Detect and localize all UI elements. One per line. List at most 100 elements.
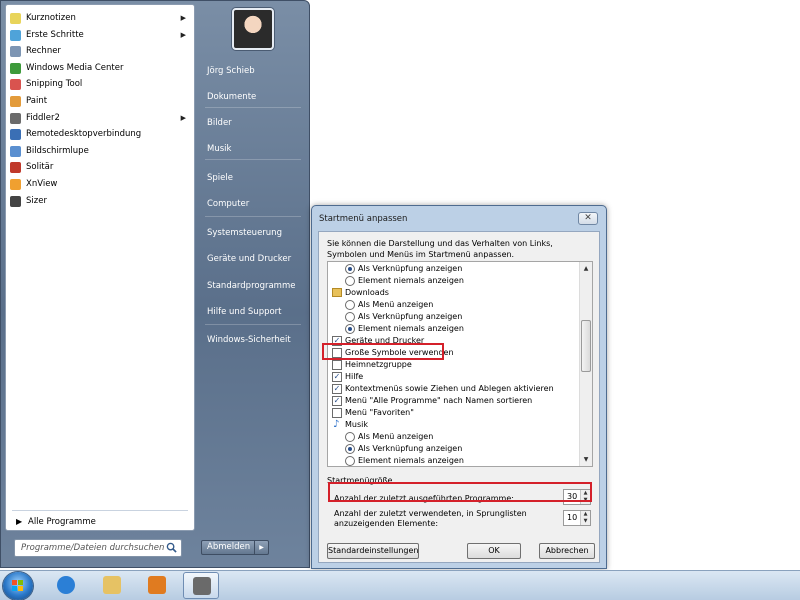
getting-started-icon [10, 29, 21, 41]
program-label: Windows Media Center [26, 62, 124, 73]
place-item[interactable]: Hilfe und Support [199, 301, 305, 323]
option-label: Element niemals anzeigen [358, 276, 464, 285]
program-item[interactable]: Bildschirmlupe [6, 143, 194, 160]
option-label: Downloads [345, 288, 389, 297]
taskbar-button[interactable] [48, 572, 84, 599]
taskbar-button[interactable] [139, 572, 175, 599]
program-label: Snipping Tool [26, 79, 83, 90]
radio-checked-icon [345, 264, 355, 274]
program-item[interactable]: XnView [6, 176, 194, 193]
place-item[interactable]: Geräte und Drucker [199, 248, 305, 270]
customize-start-menu-dialog: Startmenü anpassen ✕ Sie können die Dars… [311, 205, 607, 569]
program-item[interactable]: Solitär [6, 159, 194, 176]
remote-desktop-icon [10, 129, 21, 141]
submenu-arrow-icon: ▶ [180, 113, 186, 122]
checkbox-checked-icon: ✓ [332, 384, 342, 394]
program-label: Sizer [26, 195, 47, 206]
scissors-icon [10, 79, 21, 91]
place-item[interactable]: Musik [199, 138, 305, 160]
program-item[interactable]: Kurznotizen ▶ [6, 10, 194, 27]
user-avatar[interactable] [232, 8, 274, 50]
jump-list-label-line2: anzuzeigenden Elemente: [334, 519, 439, 528]
music-note-icon: ♪ [333, 419, 340, 430]
option-label: Als Menü anzeigen [358, 432, 434, 441]
program-label: XnView [26, 178, 58, 189]
radio-checked-icon [345, 444, 355, 454]
folder-icon [332, 288, 342, 297]
program-item[interactable]: Rechner [6, 43, 194, 60]
option-label: Element niemals anzeigen [358, 456, 464, 465]
options-list[interactable]: Als Verknüpfung anzeigen Element niemals … [327, 261, 593, 467]
cancel-button[interactable]: Abbrechen [539, 543, 595, 559]
triangle-right-icon: ▶ [16, 517, 23, 526]
place-item[interactable]: Windows-Sicherheit [199, 329, 305, 351]
option-label: Als Verknüpfung anzeigen [358, 312, 463, 321]
radio-unchecked-icon [345, 276, 355, 286]
all-programs-button[interactable]: ▶ Alle Programme [12, 514, 190, 530]
radio-unchecked-icon [345, 456, 355, 466]
chevron-right-icon[interactable]: ▶ [254, 541, 268, 554]
program-label: Rechner [26, 46, 61, 57]
search-input[interactable]: Programme/Dateien durchsuchen [14, 539, 182, 557]
radio-unchecked-icon [345, 432, 355, 442]
checkbox-unchecked-icon [332, 360, 342, 370]
scroll-thumb[interactable] [581, 320, 591, 372]
ok-button[interactable]: OK [467, 543, 521, 559]
program-label: Bildschirmlupe [26, 145, 89, 156]
jump-list-label-line1: Anzahl der zuletzt verwendeten, in Sprun… [334, 509, 527, 518]
separator [205, 216, 301, 217]
option-label: Menü "Alle Programme" nach Namen sortier… [345, 396, 533, 405]
place-item[interactable]: Computer [199, 193, 305, 215]
logoff-button[interactable]: Abmelden ▶ [201, 540, 269, 555]
jump-list-spinner[interactable]: 10 ▲ ▼ [563, 510, 591, 526]
program-label: Paint [26, 95, 48, 106]
place-item[interactable]: Standardprogramme [199, 275, 305, 297]
scrollbar[interactable]: ▲ ▼ [579, 262, 592, 466]
program-item[interactable]: Snipping Tool [6, 76, 194, 93]
place-item[interactable]: Bilder [199, 112, 305, 134]
search-placeholder: Programme/Dateien durchsuchen [21, 543, 165, 553]
programs-pane: Kurznotizen ▶ Erste Schritte ▶ Rechner Window… [5, 4, 195, 531]
taskbar-button[interactable] [183, 572, 219, 599]
option-label: Menü "Favoriten" [345, 408, 414, 417]
sticky-notes-icon [10, 13, 21, 24]
program-item[interactable]: Windows Media Center [6, 60, 194, 77]
radio-unchecked-icon [345, 312, 355, 322]
radio-checked-icon [345, 324, 355, 334]
place-item[interactable]: Spiele [199, 167, 305, 189]
highlight-large-icons [322, 343, 444, 360]
cards-icon [10, 162, 21, 174]
program-item[interactable]: Remotedesktopverbindung [6, 126, 194, 143]
close-icon[interactable]: ✕ [578, 212, 598, 225]
option-label: Heimnetzgruppe [345, 360, 412, 369]
program-label: Kurznotizen [26, 13, 76, 23]
program-item[interactable]: Fiddler2 ▶ [6, 110, 194, 127]
taskbar [0, 570, 800, 600]
program-item[interactable]: Paint [6, 93, 194, 110]
scroll-down-icon[interactable]: ▼ [580, 453, 592, 466]
checkbox-checked-icon: ✓ [332, 396, 342, 406]
place-item[interactable]: Systemsteuerung [199, 222, 305, 244]
separator [205, 107, 301, 108]
scroll-up-icon[interactable]: ▲ [580, 262, 592, 275]
paint-icon [10, 95, 21, 107]
place-item[interactable]: Jörg Schieb [199, 60, 305, 82]
defaults-button[interactable]: Standardeinstellungen [327, 543, 419, 559]
start-button[interactable] [3, 572, 33, 600]
program-item[interactable]: Sizer [6, 193, 194, 210]
jump-list-label: Anzahl der zuletzt verwendeten, in Sprun… [334, 509, 527, 529]
option-label: Element niemals anzeigen [358, 324, 464, 333]
spinner-arrows-icon[interactable]: ▲ ▼ [580, 511, 590, 525]
option-label: Als Verknüpfung anzeigen [358, 444, 463, 453]
submenu-arrow-icon: ▶ [180, 14, 186, 22]
place-item[interactable]: Dokumente [199, 86, 305, 108]
start-menu: Kurznotizen ▶ Erste Schritte ▶ Rechner Window… [0, 0, 310, 568]
server-app-icon [193, 577, 211, 595]
taskbar-button[interactable] [94, 572, 130, 599]
search-icon [166, 542, 177, 553]
separator [12, 510, 188, 511]
separator [205, 159, 301, 160]
magnifier-icon [10, 145, 21, 157]
program-item[interactable]: Erste Schritte ▶ [6, 27, 194, 44]
calculator-icon [10, 46, 21, 58]
